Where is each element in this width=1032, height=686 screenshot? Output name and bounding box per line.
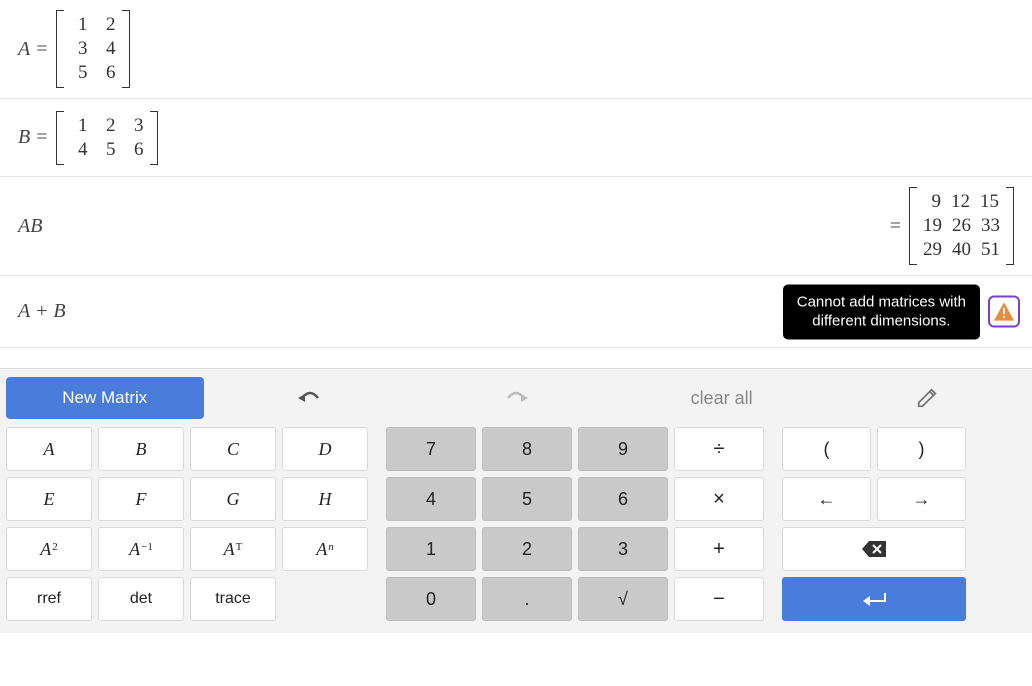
key-a-power-n[interactable]: An [282, 527, 368, 571]
keyboard-panel: New Matrix clear all A B C D E F G H [0, 368, 1032, 633]
key-dot[interactable]: . [482, 577, 572, 621]
key-d[interactable]: D [282, 427, 368, 471]
key-c[interactable]: C [190, 427, 276, 471]
key-3[interactable]: 3 [578, 527, 668, 571]
key-1[interactable]: 1 [386, 527, 476, 571]
key-plus[interactable]: + [674, 527, 764, 571]
new-matrix-button[interactable]: New Matrix [6, 377, 204, 419]
key-4[interactable]: 4 [386, 477, 476, 521]
matrix-result: 91215 192633 294051 [909, 187, 1014, 265]
equals-sign: = [36, 38, 47, 61]
settings-button[interactable] [828, 377, 1026, 419]
key-minus[interactable]: − [674, 577, 764, 621]
numpad-keys: 7 8 9 ÷ 4 5 6 × 1 2 3 + 0 . √ − [386, 427, 764, 627]
var-label: A [18, 38, 30, 61]
key-a[interactable]: A [6, 427, 92, 471]
key-lparen[interactable]: ( [782, 427, 871, 471]
equals-sign: = [36, 126, 47, 149]
var-label: B [18, 126, 30, 149]
variable-keys: A B C D E F G H A2 A−-11 AT An rref det … [6, 427, 368, 627]
key-f[interactable]: F [98, 477, 184, 521]
key-a-transpose[interactable]: AT [190, 527, 276, 571]
undo-button[interactable] [212, 377, 410, 419]
key-det[interactable]: det [98, 577, 184, 621]
key-b[interactable]: B [98, 427, 184, 471]
key-6[interactable]: 6 [578, 477, 668, 521]
key-9[interactable]: 9 [578, 427, 668, 471]
key-a-squared[interactable]: A2 [6, 527, 92, 571]
error-tooltip: Cannot add matrices with different dimen… [783, 284, 980, 339]
matrix-a: 12 34 56 [56, 10, 130, 88]
error-line1: Cannot add matrices with [797, 293, 966, 310]
expression-row-aplusb[interactable]: A + B Cannot add matrices with different… [0, 276, 1032, 348]
key-7[interactable]: 7 [386, 427, 476, 471]
key-left-arrow[interactable]: ← [782, 477, 871, 521]
warning-icon[interactable] [988, 296, 1020, 328]
key-right-arrow[interactable]: → [877, 477, 966, 521]
key-5[interactable]: 5 [482, 477, 572, 521]
key-a-inverse[interactable]: A−-11 [98, 527, 184, 571]
key-g[interactable]: G [190, 477, 276, 521]
key-rparen[interactable]: ) [877, 427, 966, 471]
equals-sign: = [890, 215, 901, 238]
expression-row-b[interactable]: B = 123 456 [0, 99, 1032, 177]
key-e[interactable]: E [6, 477, 92, 521]
key-0[interactable]: 0 [386, 577, 476, 621]
matrix-b: 123 456 [56, 111, 158, 165]
expression-list: A = 12 34 56 B = 123 456 [0, 0, 1032, 348]
expression-row-a[interactable]: A = 12 34 56 [0, 0, 1032, 99]
key-trace[interactable]: trace [190, 577, 276, 621]
expr-label: AB [18, 215, 42, 238]
expression-row-ab[interactable]: AB = 91215 192633 294051 [0, 177, 1032, 276]
key-backspace[interactable] [782, 527, 966, 571]
key-multiply[interactable]: × [674, 477, 764, 521]
expr-label: A + B [18, 300, 66, 323]
key-h[interactable]: H [282, 477, 368, 521]
key-sqrt[interactable]: √ [578, 577, 668, 621]
nav-keys: ( ) ← → [782, 427, 966, 627]
key-enter[interactable] [782, 577, 966, 621]
error-line2: different dimensions. [812, 313, 950, 330]
key-divide[interactable]: ÷ [674, 427, 764, 471]
key-8[interactable]: 8 [482, 427, 572, 471]
redo-button[interactable] [417, 377, 615, 419]
clear-all-button[interactable]: clear all [623, 377, 821, 419]
key-2[interactable]: 2 [482, 527, 572, 571]
key-rref[interactable]: rref [6, 577, 92, 621]
